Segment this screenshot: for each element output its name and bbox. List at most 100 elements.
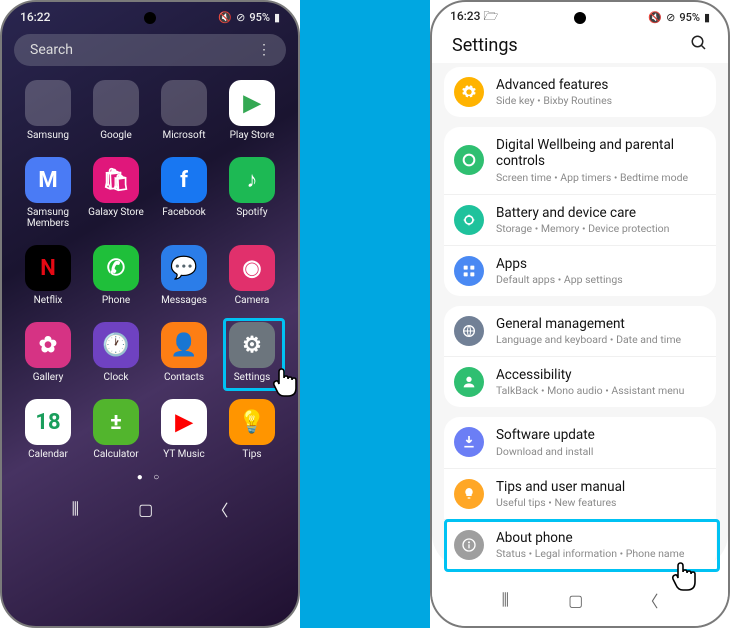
- battery-icon: ▮: [704, 11, 710, 24]
- mute-icon: 🔇: [218, 11, 232, 24]
- app-messages[interactable]: 💬Messages: [152, 245, 216, 306]
- row-text: About phoneStatus • Legal information • …: [496, 530, 684, 560]
- app-google[interactable]: Google: [84, 80, 148, 141]
- person-icon: [454, 367, 484, 397]
- app-label: Facebook: [162, 207, 205, 218]
- app-icon: [25, 80, 71, 126]
- recents-button[interactable]: ⫼: [502, 590, 509, 610]
- cursor-hand-icon: [269, 366, 300, 400]
- settings-card: Advanced featuresSide key • Bixby Routin…: [444, 67, 716, 117]
- app-spotify[interactable]: ♪Spotify: [220, 157, 284, 229]
- app-microsoft[interactable]: Microsoft: [152, 80, 216, 141]
- app-label: Contacts: [164, 372, 204, 383]
- settings-row-accessibility[interactable]: AccessibilityTalkBack • Mono audio • Ass…: [444, 356, 716, 407]
- app-label: Netflix: [34, 295, 63, 306]
- row-title: Accessibility: [496, 367, 684, 383]
- app-label: Calculator: [93, 449, 138, 460]
- row-subtitle: Status • Legal information • Phone name: [496, 547, 684, 560]
- back-button[interactable]: 〈: [212, 497, 228, 521]
- app-samsung-members[interactable]: M Samsung Members: [16, 157, 80, 229]
- settings-row-general-management[interactable]: General managementLanguage and keyboard …: [444, 306, 716, 356]
- settings-header: Settings: [432, 28, 728, 63]
- app-calculator[interactable]: ± Calculator: [84, 399, 148, 460]
- settings-row-battery-and-device-care[interactable]: Battery and device careStorage • Memory …: [444, 194, 716, 245]
- row-title: About phone: [496, 530, 684, 546]
- app-label: Samsung Members: [16, 207, 80, 229]
- app-label: Camera: [235, 295, 270, 306]
- app-label: Google: [100, 130, 132, 141]
- front-camera: [144, 12, 156, 24]
- settings-row-tips-and-user-manual[interactable]: Tips and user manualUseful tips • New fe…: [444, 468, 716, 519]
- settings-scroll[interactable]: Advanced featuresSide key • Bixby Routin…: [432, 63, 728, 568]
- app-samsung[interactable]: Samsung: [16, 80, 80, 141]
- row-text: Tips and user manualUseful tips • New fe…: [496, 479, 625, 509]
- app-facebook[interactable]: fFacebook: [152, 157, 216, 229]
- app-icon: 💬: [161, 245, 207, 291]
- row-subtitle: Language and keyboard • Date and time: [496, 333, 681, 346]
- settings-row-digital-wellbeing-and-parental-controls[interactable]: Digital Wellbeing and parental controls S…: [444, 127, 716, 193]
- app-calendar[interactable]: 18Calendar: [16, 399, 80, 460]
- home-button[interactable]: ▢: [568, 591, 583, 610]
- app-contacts[interactable]: 👤 Contacts: [152, 322, 216, 383]
- app-icon: ✿: [25, 322, 71, 368]
- download-icon: [454, 427, 484, 457]
- more-icon[interactable]: ⋮: [257, 42, 270, 58]
- search-icon[interactable]: [690, 34, 708, 57]
- nav-bar: ⫼ ▢ 〈: [2, 485, 298, 535]
- row-title: Digital Wellbeing and parental controls: [496, 137, 706, 169]
- app-play-store[interactable]: ▶ Play Store: [220, 80, 284, 141]
- row-text: Software updateDownload and install: [496, 427, 595, 457]
- app-label: Microsoft: [162, 130, 205, 141]
- home-button[interactable]: ▢: [138, 500, 153, 519]
- row-text: Battery and device careStorage • Memory …: [496, 205, 669, 235]
- app-label: Play Store: [230, 130, 275, 141]
- app-icon: 💡: [229, 399, 275, 445]
- app-galaxy-store[interactable]: 🛍Galaxy Store: [84, 157, 148, 229]
- settings-row-software-update[interactable]: Software updateDownload and install: [444, 417, 716, 467]
- app-icon: [161, 80, 207, 126]
- recents-button[interactable]: ⫼: [72, 499, 79, 519]
- app-icon: ◉: [229, 245, 275, 291]
- status-right: 🔇 ⊘ 95% ▮: [648, 11, 710, 24]
- app-gallery[interactable]: ✿ Gallery: [16, 322, 80, 383]
- app-icon: ⚙: [229, 322, 275, 368]
- gear-icon: [454, 77, 484, 107]
- app-clock[interactable]: 🕐Clock: [84, 322, 148, 383]
- app-netflix[interactable]: N Netflix: [16, 245, 80, 306]
- info-icon: [454, 530, 484, 560]
- row-text: Digital Wellbeing and parental controls S…: [496, 137, 706, 183]
- app-icon: 👤: [161, 322, 207, 368]
- row-text: AppsDefault apps • App settings: [496, 256, 623, 286]
- status-time: 16:23 🗁: [450, 7, 498, 28]
- app-label: Settings: [234, 372, 271, 383]
- row-title: Advanced features: [496, 77, 612, 93]
- row-title: General management: [496, 316, 681, 332]
- app-camera[interactable]: ◉ Camera: [220, 245, 284, 306]
- settings-row-apps[interactable]: AppsDefault apps • App settings: [444, 245, 716, 296]
- app-yt-music[interactable]: ▶YT Music: [152, 399, 216, 460]
- app-label: Phone: [102, 295, 130, 306]
- search-field[interactable]: Search ⋮: [14, 34, 286, 66]
- app-label: Calendar: [28, 449, 68, 460]
- front-camera: [574, 12, 586, 24]
- dnd-icon: ⊘: [666, 11, 675, 24]
- app-icon: N: [25, 245, 71, 291]
- battery-icon: ▮: [274, 11, 280, 24]
- app-label: Clock: [104, 372, 129, 383]
- battery-text: 95%: [249, 11, 270, 24]
- row-subtitle: Screen time • App timers • Bedtime mode: [496, 171, 706, 184]
- settings-list: Advanced featuresSide key • Bixby Routin…: [432, 67, 728, 568]
- app-icon: M: [25, 157, 71, 203]
- row-subtitle: Download and install: [496, 445, 595, 458]
- row-title: Apps: [496, 256, 623, 272]
- app-icon: ▶: [229, 80, 275, 126]
- search-placeholder: Search: [30, 42, 73, 58]
- app-tips[interactable]: 💡Tips: [220, 399, 284, 460]
- mute-icon: 🔇: [648, 11, 662, 24]
- row-subtitle: Default apps • App settings: [496, 273, 623, 286]
- app-phone[interactable]: ✆Phone: [84, 245, 148, 306]
- back-button[interactable]: 〈: [642, 588, 658, 612]
- app-icon: ±: [93, 399, 139, 445]
- app-label: Gallery: [33, 372, 64, 383]
- settings-row-advanced-features[interactable]: Advanced featuresSide key • Bixby Routin…: [444, 67, 716, 117]
